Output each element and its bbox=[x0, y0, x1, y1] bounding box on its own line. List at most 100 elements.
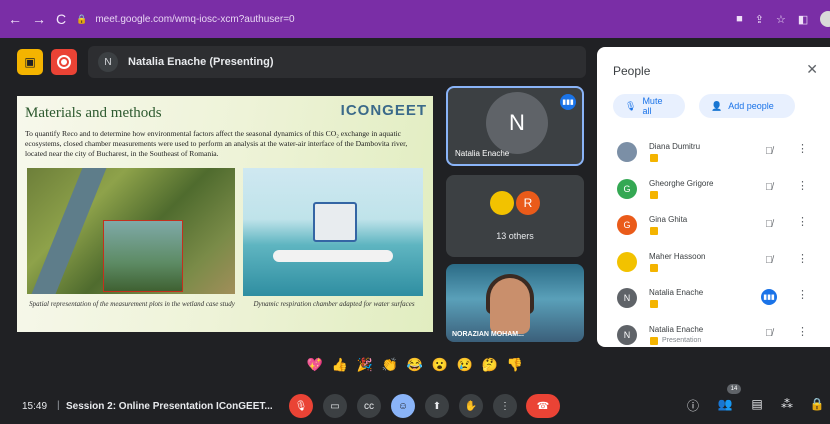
slide-title: Materials and methods bbox=[25, 105, 162, 121]
leave-call-button[interactable]: ☎ bbox=[526, 394, 560, 418]
add-person-icon: 👤 bbox=[711, 100, 723, 111]
more-options-button[interactable]: ⋮ bbox=[493, 394, 517, 418]
meeting-title: Session 2: Online Presentation IConGEET.… bbox=[66, 401, 273, 412]
reaction-emoji[interactable]: 👏 bbox=[381, 356, 399, 374]
star-icon[interactable]: ☆ bbox=[776, 13, 786, 26]
others-avatar-photo bbox=[490, 191, 514, 215]
camera-icon[interactable]: ■ bbox=[736, 13, 743, 25]
participant-name: Natalia Enache bbox=[455, 149, 510, 158]
speaking-icon: ▮▮▮ bbox=[560, 94, 576, 110]
participant-row[interactable]: Diana Dumitru 🎙̸ ⋮ bbox=[597, 135, 830, 172]
participant-name: Natalia Enache bbox=[649, 288, 704, 297]
participant-avatar: N bbox=[617, 288, 637, 308]
raise-hand-button[interactable]: ✋ bbox=[459, 394, 483, 418]
address-bar[interactable]: 🔒 meet.google.com/wmq-iosc-xcm?authuser=… bbox=[76, 7, 726, 31]
reaction-emoji[interactable]: 😢 bbox=[456, 356, 474, 374]
captions-button[interactable]: cc bbox=[357, 394, 381, 418]
meet-window: ← → C 🔒 meet.google.com/wmq-iosc-xcm?aut… bbox=[0, 0, 830, 424]
speaking-icon[interactable]: ▮▮▮ bbox=[761, 289, 777, 305]
conference-logo: ICONGEET bbox=[340, 102, 427, 119]
meeting-details-icon[interactable]: ⓘ bbox=[684, 397, 702, 414]
reaction-emoji[interactable]: 💖 bbox=[306, 356, 324, 374]
status-tag-icon bbox=[650, 227, 658, 235]
participant-avatar: N bbox=[617, 324, 637, 345]
video-person bbox=[490, 278, 530, 334]
video-participant-name: NORAZIAN MOHAM... bbox=[452, 331, 524, 338]
mic-off-icon[interactable]: 🎙̸ bbox=[761, 216, 777, 232]
participant-name: Diana Dumitru bbox=[649, 142, 701, 151]
more-options-icon[interactable]: ⋮ bbox=[797, 142, 808, 155]
participant-row[interactable]: Maher Hassoon 🎙̸ ⋮ bbox=[597, 245, 830, 282]
reaction-emoji[interactable]: 😮 bbox=[431, 356, 449, 374]
participant-avatar bbox=[617, 142, 637, 162]
chat-icon[interactable]: ▤ bbox=[748, 397, 766, 411]
participant-row[interactable]: N Natalia Enache Presentation 🎙̸ ⋮ bbox=[597, 318, 830, 348]
chamber-box bbox=[313, 202, 357, 242]
mute-all-label: Mute all bbox=[642, 96, 663, 116]
others-count: 13 others bbox=[496, 231, 534, 241]
more-options-icon[interactable]: ⋮ bbox=[797, 215, 808, 228]
forward-icon[interactable]: → bbox=[32, 11, 46, 27]
participant-row[interactable]: G Gheorghe Grigore 🎙̸ ⋮ bbox=[597, 172, 830, 209]
record-icon[interactable] bbox=[51, 49, 77, 75]
add-people-label: Add people bbox=[728, 101, 774, 111]
shared-slide: Materials and methods ICONGEET To quanti… bbox=[17, 96, 433, 332]
reaction-emoji[interactable]: 😂 bbox=[406, 356, 424, 374]
more-options-icon[interactable]: ⋮ bbox=[797, 179, 808, 192]
reaction-emoji[interactable]: 🤔 bbox=[481, 356, 499, 374]
reactions-button[interactable]: ☺ bbox=[391, 394, 415, 418]
presenter-bar: N Natalia Enache (Presenting) bbox=[88, 46, 586, 78]
profile-avatar[interactable] bbox=[820, 11, 830, 27]
participant-name: Maher Hassoon bbox=[649, 251, 706, 261]
status-tag-icon bbox=[650, 154, 658, 162]
mic-off-icon[interactable]: 🎙̸ bbox=[761, 180, 777, 196]
mic-off-icon[interactable]: 🎙̸ bbox=[761, 326, 777, 342]
participant-video-tile[interactable]: NORAZIAN MOHAM... bbox=[446, 264, 584, 342]
close-icon[interactable]: ✕ bbox=[806, 61, 818, 78]
status-tag-icon bbox=[650, 300, 658, 308]
more-options-icon[interactable]: ⋮ bbox=[797, 288, 808, 301]
slide-body: To quantify Reco and to determine how en… bbox=[25, 129, 408, 158]
inset-photo bbox=[103, 220, 183, 292]
participant-subtitle: Presentation bbox=[662, 336, 702, 344]
more-options-icon[interactable]: ⋮ bbox=[797, 252, 808, 265]
presenter-avatar: N bbox=[98, 52, 118, 72]
participant-name: Natalia Enache bbox=[649, 324, 704, 334]
host-controls-icon[interactable]: 🔒 bbox=[808, 397, 826, 411]
camera-toggle-button[interactable]: ▭ bbox=[323, 394, 347, 418]
reload-icon[interactable]: C bbox=[56, 11, 66, 27]
chamber-photo bbox=[243, 168, 423, 296]
chamber-float bbox=[273, 250, 393, 262]
others-tile[interactable]: R 13 others bbox=[446, 175, 584, 257]
reaction-emoji[interactable]: 👎 bbox=[506, 356, 524, 374]
stop-presenting-icon[interactable]: ▣ bbox=[17, 49, 43, 75]
mute-all-button[interactable]: 🎙 Mute all bbox=[613, 94, 685, 118]
participant-avatar: G bbox=[617, 215, 637, 235]
reactions-bar: 💖 👍 🎉 👏 😂 😮 😢 🤔 👎 bbox=[306, 356, 524, 374]
participant-row[interactable]: G Gina Ghita 🎙̸ ⋮ bbox=[597, 208, 830, 245]
present-button[interactable]: ⬆ bbox=[425, 394, 449, 418]
more-options-icon[interactable]: ⋮ bbox=[797, 325, 808, 338]
browser-toolbar: ← → C 🔒 meet.google.com/wmq-iosc-xcm?aut… bbox=[0, 0, 830, 38]
back-icon[interactable]: ← bbox=[8, 11, 22, 27]
presenter-label: Natalia Enache (Presenting) bbox=[128, 56, 274, 68]
reaction-emoji[interactable]: 🎉 bbox=[356, 356, 374, 374]
mic-toggle-button[interactable]: 🎙 bbox=[289, 394, 313, 418]
browser-actions: ■ ⇪ ☆ ◧ ⋮ bbox=[736, 11, 830, 27]
reaction-emoji[interactable]: 👍 bbox=[331, 356, 349, 374]
people-icon[interactable]: 👥 bbox=[716, 397, 734, 411]
panel-actions: 🎙 Mute all 👤 Add people bbox=[613, 94, 795, 118]
sidepanel-icon[interactable]: ◧ bbox=[798, 13, 808, 26]
participant-avatar bbox=[617, 251, 637, 272]
mic-off-icon[interactable]: 🎙̸ bbox=[761, 143, 777, 159]
add-people-button[interactable]: 👤 Add people bbox=[699, 94, 795, 118]
activities-icon[interactable]: ⁂ bbox=[778, 397, 796, 411]
participant-tile-natalia[interactable]: N ▮▮▮ Natalia Enache bbox=[446, 86, 584, 166]
participant-row[interactable]: N Natalia Enache ▮▮▮ ⋮ bbox=[597, 281, 830, 318]
panel-title: People bbox=[613, 64, 651, 78]
status-tag-icon bbox=[650, 263, 658, 272]
mic-off-icon[interactable]: 🎙̸ bbox=[761, 253, 777, 269]
clock: 15:49 bbox=[22, 401, 48, 412]
share-icon[interactable]: ⇪ bbox=[755, 13, 764, 26]
lock-icon: 🔒 bbox=[76, 13, 88, 24]
